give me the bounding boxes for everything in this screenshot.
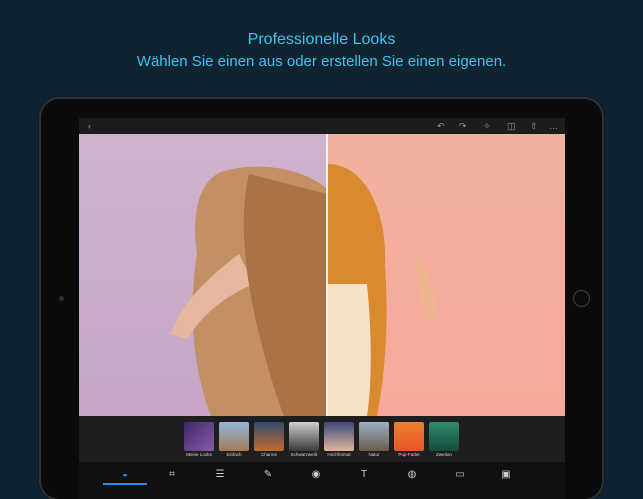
compare-icon[interactable]: ◫ [507, 120, 516, 132]
crop-icon[interactable]: ⌗ [165, 468, 179, 482]
look-thumbnail [359, 422, 389, 451]
frame-icon[interactable]: ▭ [453, 468, 467, 482]
eye-icon[interactable]: ◉ [309, 468, 323, 482]
portrait-before-image [171, 166, 327, 416]
sliders-icon[interactable]: ☰ [213, 468, 227, 482]
photo-before [79, 134, 327, 416]
home-button[interactable] [573, 290, 590, 307]
look-thumbnail [289, 422, 319, 451]
sticker-icon[interactable]: ◍ [405, 468, 419, 482]
look-label: Zweiton [436, 452, 452, 457]
look-thumbnail [254, 422, 284, 451]
more-icon[interactable]: … [549, 120, 558, 132]
photo-canvas[interactable] [79, 134, 565, 416]
bandage-icon[interactable]: ✎ [261, 468, 275, 482]
look-einfach[interactable]: Einfach [219, 422, 249, 460]
bottom-toolbar: ◒ ⌗ ☰ ✎ ◉ T ◍ ▭ ▣ [79, 462, 565, 499]
look-thumbnail [219, 422, 249, 451]
look-pop-farbe[interactable]: Pop-Farbe [394, 422, 424, 460]
tablet-device: ‹ ↶ ↷ ✧ ◫ ⇧ … Meine Looks Einfach Charme… [41, 99, 602, 499]
look-hochformat[interactable]: Hochformat [324, 422, 354, 460]
look-schwarzweiss[interactable]: Schwarzweiß [289, 422, 319, 460]
active-tool-indicator [103, 483, 147, 485]
top-toolbar: ‹ ↶ ↷ ✧ ◫ ⇧ … [79, 118, 565, 134]
photo-after [327, 134, 565, 416]
look-thumbnail [184, 422, 214, 451]
chevron-left-icon[interactable]: ‹ [88, 120, 91, 132]
undo-icon[interactable]: ↶ [437, 120, 445, 132]
look-natur[interactable]: Natur [359, 422, 389, 460]
compare-divider[interactable] [326, 134, 328, 416]
look-charme[interactable]: Charme [254, 422, 284, 460]
look-thumbnail [324, 422, 354, 451]
share-icon[interactable]: ⇧ [530, 120, 538, 132]
redo-icon[interactable]: ↷ [459, 120, 467, 132]
camera-dot [59, 296, 64, 301]
look-thumbnail [394, 422, 424, 451]
look-thumbnail [429, 422, 459, 451]
headline: Professionelle Looks [247, 31, 396, 48]
app-screen: ‹ ↶ ↷ ✧ ◫ ⇧ … Meine Looks Einfach Charme… [79, 118, 565, 499]
portrait-after-image [327, 164, 437, 416]
looks-strip: Meine Looks Einfach Charme Schwarzweiß H… [79, 416, 565, 462]
text-icon[interactable]: T [357, 468, 371, 482]
magic-wand-icon[interactable]: ✧ [483, 120, 491, 132]
subheadline: Wählen Sie einen aus oder erstellen Sie … [136, 53, 507, 70]
look-meine-looks[interactable]: Meine Looks [184, 422, 214, 460]
looks-icon[interactable]: ◒ [118, 468, 132, 482]
overlay-icon[interactable]: ▣ [499, 468, 513, 482]
look-zweiton[interactable]: Zweiton [429, 422, 459, 460]
